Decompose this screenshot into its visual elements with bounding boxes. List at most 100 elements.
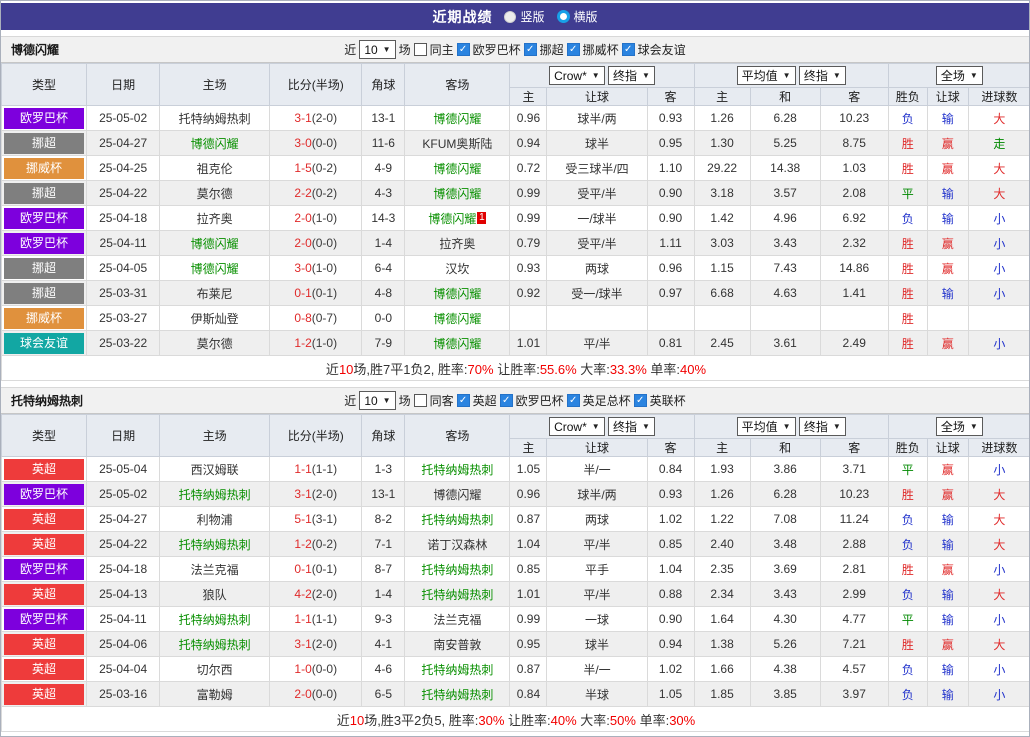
final-odds-select[interactable]: 终指 ▼ (608, 65, 655, 85)
chevron-down-icon: ▼ (832, 71, 841, 80)
team-label: 博德闪耀 (433, 161, 482, 176)
average-select[interactable]: 平均值 ▼ (736, 417, 796, 436)
final-odds-select-2[interactable]: 终指 ▼ (798, 66, 846, 85)
result-cell: 负 (887, 105, 928, 131)
radio-selected-icon[interactable] (556, 10, 570, 23)
fulltime-score: 1-5 (294, 161, 312, 175)
home-team-cell: 博德闪耀 (159, 230, 271, 256)
fulltime-score: 2-0 (294, 687, 312, 701)
column-header: 比分(半场) (269, 414, 363, 457)
match-row: 欧罗巴杯 25-04-11 托特纳姆热刺 1-1(1-1) 9-3 法兰克福 0.99 一球 0… (1, 606, 1029, 632)
scope-select[interactable]: 全场 ▼ (935, 66, 983, 85)
average-odds-cell: 3.86 (749, 456, 821, 482)
average-odds-cell: 10.23 (819, 105, 889, 131)
corner-cell: 7-1 (361, 531, 406, 557)
average-select[interactable]: 平均值 ▼ (736, 66, 796, 85)
average-odds-cell: 1.15 (693, 255, 751, 281)
league-checkbox[interactable]: ✓ (566, 394, 580, 407)
average-odds-cell: 8.75 (819, 130, 889, 156)
average-odds-cell: 7.21 (819, 631, 889, 657)
result-cell (967, 305, 1029, 331)
team-label: 拉齐奥 (196, 211, 233, 226)
result-cell: 负 (887, 656, 928, 682)
odds-cell: 0.79 (509, 230, 548, 256)
radio-unselected-icon[interactable] (504, 10, 517, 23)
result-cell: 胜 (887, 631, 928, 657)
chevron-down-icon: ▼ (832, 422, 841, 431)
league-checkbox[interactable]: ✓ (456, 43, 470, 56)
league-type-cell: 欧罗巴杯 (1, 606, 88, 632)
away-team-cell: 博德闪耀 (404, 481, 511, 507)
league-checkbox[interactable]: ✓ (456, 394, 470, 407)
corner-cell: 13-1 (361, 481, 406, 507)
match-row: 英超 25-04-22 托特纳姆热刺 1-2(0-2) 7-1 诺丁汉森林 1.04 平/半 0… (1, 531, 1029, 557)
league-checkbox[interactable]: ✓ (621, 43, 635, 56)
match-row: 挪超 25-03-31 布莱尼 0-1(0-1) 4-8 博德闪耀 0.92 受一/球半 0.9… (1, 280, 1029, 306)
scope-select-value: 全场 (940, 420, 965, 434)
league-type-cell: 挪超 (1, 180, 88, 206)
fulltime-score: 1-1 (294, 612, 312, 626)
sub-column-header: 让球 (926, 438, 969, 457)
average-odds-cell: 1.26 (693, 481, 751, 507)
match-row: 英超 25-04-06 托特纳姆热刺 3-1(2-0) 4-1 南安普敦 0.95 球半 0.9… (1, 631, 1029, 657)
result-cell: 小 (967, 556, 1029, 582)
view-option-vertical[interactable]: 竖版 (504, 8, 545, 25)
odds-cell: 0.93 (509, 255, 548, 281)
final-odds-select[interactable]: 终指 ▼ (608, 416, 655, 436)
average-select-value: 平均值 (741, 420, 778, 434)
league-badge: 球会友谊 (4, 332, 85, 354)
same-venue-label: 同主 (429, 43, 454, 57)
view-option-horizontal-label: 横版 (573, 10, 598, 24)
away-team-cell: 博德闪耀 (404, 330, 511, 356)
average-select-value: 平均值 (741, 69, 778, 83)
sub-column-header: 进球数 (967, 87, 1029, 106)
league-checkbox[interactable]: ✓ (633, 394, 647, 407)
scope-select[interactable]: 全场 ▼ (935, 417, 983, 436)
sub-column-header: 胜负 (887, 438, 928, 457)
games-count-select[interactable]: 10 ▼ (359, 40, 396, 59)
halftime-score: (0-0) (311, 236, 338, 250)
odds-cell (509, 305, 548, 331)
bookmaker-select[interactable]: Crow* ▼ (549, 417, 605, 437)
league-type-cell: 英超 (1, 656, 88, 682)
halftime-score: (2-0) (311, 487, 338, 501)
odds-cell: 受一/球半 (546, 280, 648, 306)
odds-cell: 0.92 (509, 280, 548, 306)
result-cell: 输 (926, 681, 969, 707)
column-header: 角球 (361, 63, 406, 106)
league-type-cell: 英超 (1, 456, 88, 482)
column-header: 客场 (404, 414, 511, 457)
result-cell: 赢 (926, 230, 969, 256)
away-team-cell: 托特纳姆热刺 (404, 456, 511, 482)
bookmaker-select[interactable]: Crow* ▼ (549, 66, 605, 86)
final-odds-select-2-value: 终指 (803, 420, 828, 434)
same-venue-checkbox[interactable] (413, 394, 427, 407)
fulltime-score: 1-0 (294, 662, 312, 676)
same-venue-checkbox[interactable] (413, 43, 427, 56)
topbar: 近期战绩 竖版 横版 (1, 3, 1029, 30)
average-odds-cell: 4.77 (819, 606, 889, 632)
view-option-horizontal[interactable]: 横版 (556, 8, 598, 25)
team-name: 博德闪耀 (11, 43, 60, 57)
average-odds-cell: 3.71 (819, 456, 889, 482)
home-team-cell: 利物浦 (159, 506, 271, 532)
match-row: 英超 25-04-13 狼队 4-2(2-0) 1-4 托特纳姆热刺 1.01 平/半 0.88… (1, 581, 1029, 607)
league-badge: 英超 (4, 583, 85, 605)
odds-cell: 一球 (546, 606, 648, 632)
average-odds-cell: 3.43 (749, 230, 821, 256)
odds-cell: 0.84 (509, 681, 548, 707)
odds-cell: 一/球半 (546, 205, 648, 231)
match-row: 欧罗巴杯 25-05-02 托特纳姆热刺 3-1(2-0) 13-1 博德闪耀 0.96 球半… (1, 481, 1029, 507)
team-label: 博德闪耀 (190, 261, 239, 276)
games-count-select[interactable]: 10 ▼ (359, 391, 396, 410)
result-cell: 赢 (926, 130, 969, 156)
average-odds-cell: 1.66 (693, 656, 751, 682)
team-label: 托特纳姆热刺 (178, 537, 251, 552)
final-odds-select-2[interactable]: 终指 ▼ (798, 417, 846, 436)
league-checkbox[interactable]: ✓ (499, 394, 513, 407)
away-team-cell: 南安普敦 (404, 631, 511, 657)
odds-cell: 0.90 (646, 205, 695, 231)
league-checkbox[interactable]: ✓ (566, 43, 580, 56)
sub-column-header: 主 (693, 438, 751, 457)
league-checkbox[interactable]: ✓ (523, 43, 537, 56)
